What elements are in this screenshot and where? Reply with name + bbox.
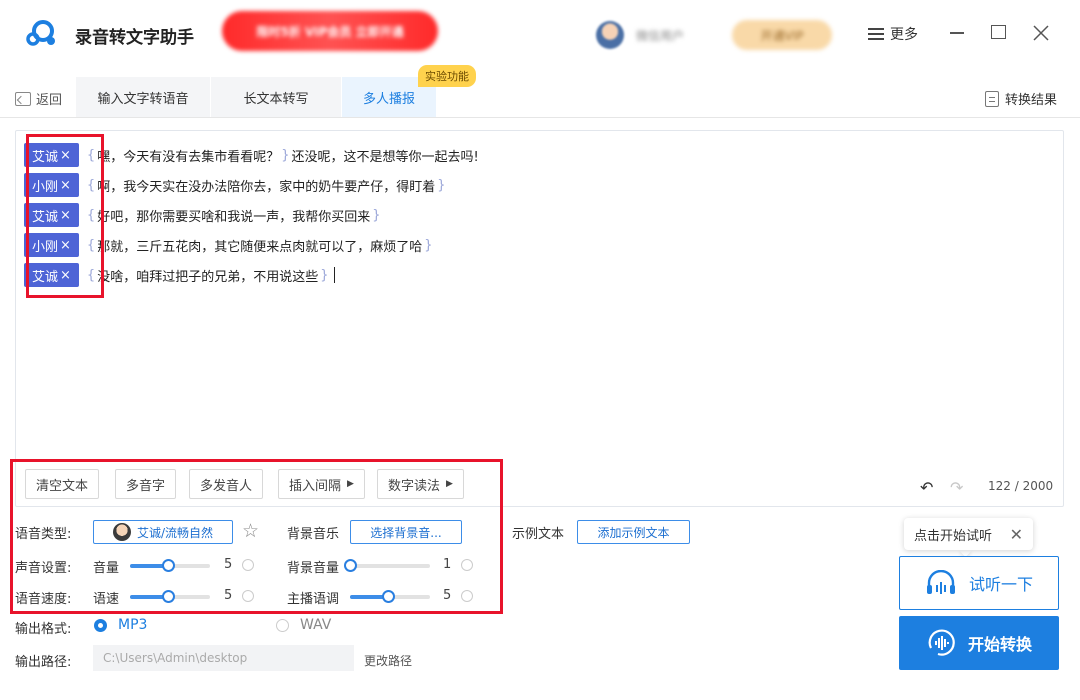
tab-text-to-speech[interactable]: 输入文字转语音 <box>76 77 210 117</box>
listen-label: 试听一下 <box>968 575 1033 594</box>
char-counter: 122 / 2000 <box>988 479 1054 493</box>
more-menu-button[interactable]: 更多 <box>868 24 918 44</box>
line-text: 没啥，咱拜过把子的兄弟，不用说这些 <box>97 269 319 285</box>
output-format-label: 输出格式: <box>15 622 72 637</box>
brace-close: } <box>424 237 433 253</box>
back-button[interactable]: 返回 <box>15 89 62 108</box>
tooltip-close-icon[interactable]: ✕ <box>1010 525 1023 544</box>
app-logo-icon <box>26 20 55 46</box>
speaker-highlight-box <box>26 134 104 298</box>
user-avatar[interactable] <box>596 21 624 49</box>
tooltip-text: 点击开始试听 <box>914 528 993 544</box>
app-title: 录音转文字助手 <box>75 28 194 48</box>
format-wav-label[interactable]: WAV <box>300 617 331 633</box>
redo-icon[interactable]: ↷ <box>950 478 963 497</box>
output-path-label: 输出路径: <box>15 655 72 670</box>
document-icon <box>985 90 999 107</box>
user-name[interactable]: 微信用户 <box>636 27 684 44</box>
undo-icon[interactable]: ↶ <box>920 478 933 497</box>
line-text: 嘿，今天有没有去集市看看呢？ <box>97 149 280 165</box>
promo-banner[interactable]: 限时5折 VIP会员 立即开通 <box>222 11 438 51</box>
minimize-icon[interactable] <box>950 32 964 34</box>
preview-listen-button[interactable]: 试听一下 <box>899 556 1059 610</box>
back-icon <box>15 91 31 106</box>
back-label: 返回 <box>36 93 63 108</box>
add-sample-text-button[interactable]: 添加示例文本 <box>577 520 690 544</box>
format-mp3-label[interactable]: MP3 <box>118 617 147 633</box>
headphones-icon <box>926 570 955 594</box>
tab-divider <box>0 117 1080 118</box>
more-label: 更多 <box>890 27 918 43</box>
brace-close: } <box>281 147 290 163</box>
conversion-result-link[interactable]: 转换结果 <box>985 89 1057 108</box>
format-wav-radio[interactable] <box>276 619 289 632</box>
menu-icon <box>868 28 884 40</box>
tab-long-text[interactable]: 长文本转写 <box>211 77 341 117</box>
format-mp3-radio[interactable] <box>94 619 107 632</box>
voice-wave-icon <box>928 629 955 656</box>
line-text: 啊，我今天实在没办法陪你去，家中的奶牛要产仔，得盯着 <box>97 179 436 195</box>
change-path-link[interactable]: 更改路径 <box>364 652 412 669</box>
start-convert-button[interactable]: 开始转换 <box>899 616 1059 670</box>
result-label: 转换结果 <box>1005 93 1058 108</box>
close-icon[interactable] <box>1032 24 1050 42</box>
text-caret <box>333 267 335 283</box>
brace-close: } <box>437 177 446 193</box>
settings-highlight-box <box>10 459 503 614</box>
sample-text-label: 示例文本 <box>512 527 565 542</box>
line-text: 好吧，那你需要买啥和我说一声，我帮你买回来 <box>97 209 371 225</box>
line-after-text: 还没呢，这不是想等你一起去吗! <box>291 149 479 165</box>
vip-button[interactable]: 开通VIP <box>732 20 832 50</box>
listen-tooltip: 点击开始试听 ✕ <box>904 518 1033 550</box>
line-text: 那就，三斤五花肉，其它随便来点肉就可以了，麻烦了哈 <box>97 239 423 255</box>
maximize-icon[interactable] <box>991 25 1006 39</box>
experimental-badge: 实验功能 <box>418 65 476 87</box>
output-path-field[interactable]: C:\Users\Admin\desktop <box>93 645 354 671</box>
brace-close: } <box>320 267 329 283</box>
convert-label: 开始转换 <box>967 635 1032 654</box>
brace-close: } <box>372 207 381 223</box>
